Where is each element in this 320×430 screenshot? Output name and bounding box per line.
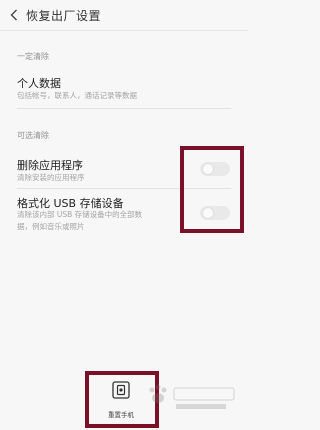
section-label-optional-clear: 可选清除 [17, 131, 49, 140]
chevron-left-icon [10, 9, 17, 21]
divider [17, 108, 231, 109]
reset-phone-label: 重置手机 [108, 411, 134, 419]
header-divider [0, 30, 248, 31]
page-title: 恢复出厂设置 [26, 9, 102, 23]
header: 恢复出厂设置 [0, 0, 248, 30]
section-label-always-clear: 一定清除 [17, 52, 49, 61]
item-title: 个人数据 [17, 77, 61, 90]
watermark-logo [149, 384, 235, 409]
item-subtitle: 包括帐号，联系人，通话记录等数据 [17, 91, 137, 100]
item-subtitle: 清除该内部 USB 存储设备中的全部数 [17, 210, 143, 219]
back-button[interactable] [7, 6, 21, 24]
reset-phone-button[interactable] [112, 381, 130, 399]
item-title: 删除应用程序 [17, 159, 83, 172]
factory-reset-screen: 恢复出厂设置 一定清除 个人数据 包括帐号，联系人，通话记录等数据 可选清除 删… [0, 0, 248, 430]
highlight-box-toggles [180, 146, 244, 233]
item-subtitle: 清除安装的应用程序 [17, 173, 85, 182]
phone-reset-icon [112, 381, 130, 399]
item-subtitle-cont: 据，例如音乐或照片 [17, 222, 85, 231]
